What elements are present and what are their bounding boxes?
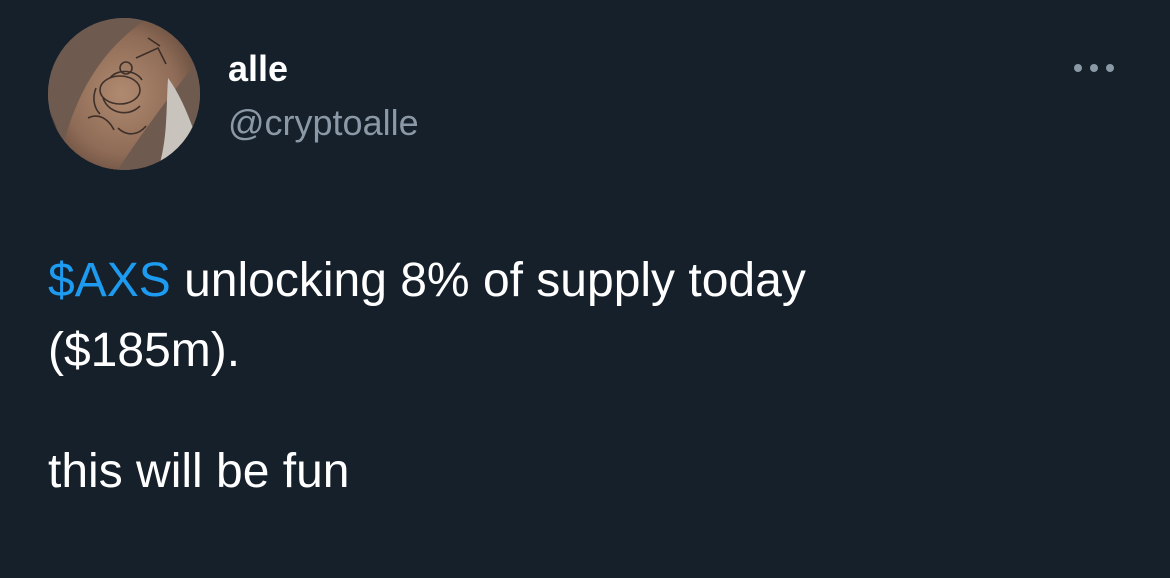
display-name[interactable]: alle	[228, 48, 288, 90]
avatar[interactable]	[48, 18, 200, 170]
user-handle[interactable]: @cryptoalle	[228, 102, 419, 144]
tattooed-arm-avatar-icon	[48, 18, 200, 170]
more-options-button[interactable]	[1066, 52, 1122, 84]
tweet-card: alle @cryptoalle $AXS unlocking 8% of su…	[0, 0, 1170, 578]
tweet-body: $AXS unlocking 8% of supply today ($185m…	[48, 246, 1128, 386]
cashtag-link[interactable]: $AXS	[48, 254, 171, 307]
tweet-line-2: ($185m).	[48, 324, 241, 377]
ellipsis-icon	[1074, 64, 1114, 72]
tweet-paragraph-2: this will be fun	[48, 445, 350, 498]
tweet-line-1-text: unlocking 8% of supply today	[170, 254, 806, 307]
tweet-line-1: $AXS unlocking 8% of supply today	[48, 246, 1128, 316]
